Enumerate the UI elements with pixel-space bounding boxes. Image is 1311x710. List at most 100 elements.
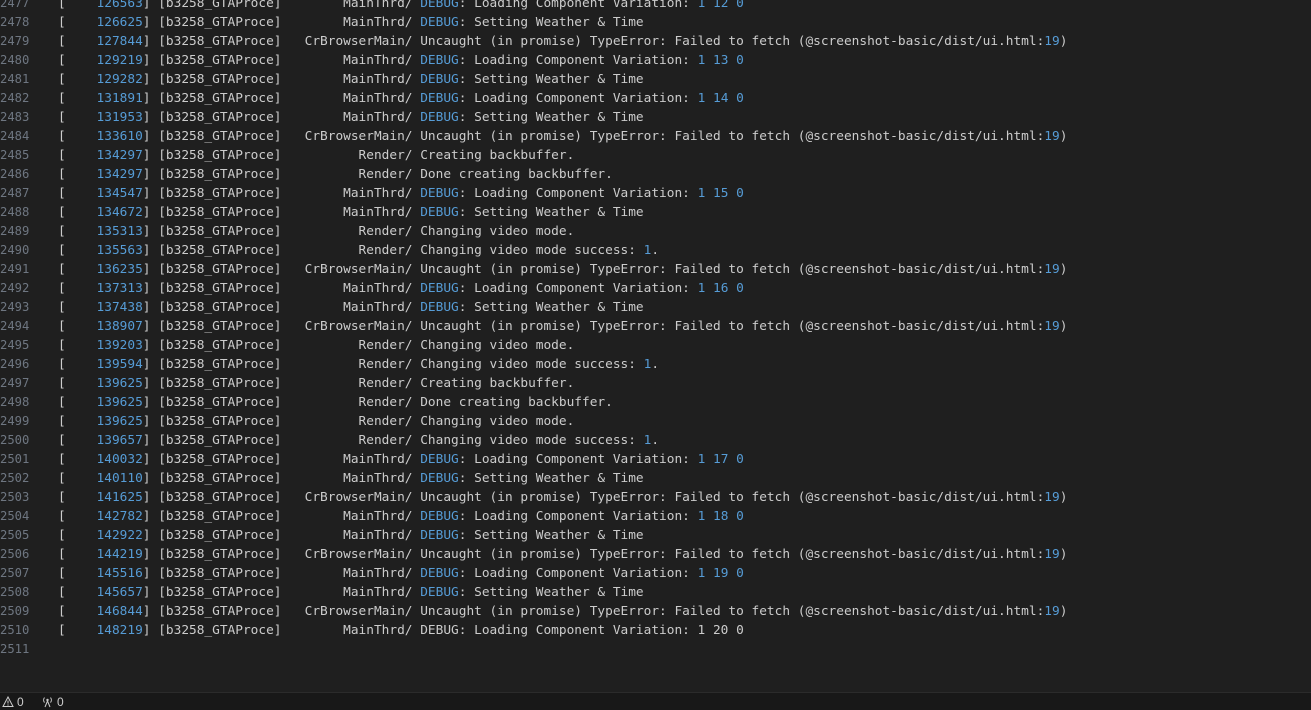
log-variation-numbers: 1 17 0 (697, 452, 744, 467)
log-process: b3258_GTAProce (165, 281, 274, 296)
log-timestamp: 126563 (96, 0, 143, 11)
log-message: : Loading Component Variation: (458, 281, 698, 296)
log-line: 2481 [ 129282] [b3258_GTAProce] MainThrd/… (0, 70, 1311, 89)
log-line: 2497 [ 139625] [b3258_GTAProce] Render/ C… (0, 374, 1311, 393)
log-timestamp: 140032 (96, 452, 143, 467)
log-process: b3258_GTAProce (165, 604, 274, 619)
editor-area[interactable]: 2477 [ 126563] [b3258_GTAProce] MainThrd/… (0, 0, 1311, 692)
log-variation-numbers: 1 12 0 (697, 0, 744, 11)
log-line: 2490 [ 135563] [b3258_GTAProce] Render/ C… (0, 241, 1311, 260)
line-number: 2509 (0, 604, 30, 618)
log-text: [ 144219] [b3258_GTAProce] CrBrowserMain… (58, 547, 1068, 562)
log-message: Uncaught (in promise) TypeError: Failed … (420, 319, 1045, 334)
log-process: b3258_GTAProce (165, 15, 274, 30)
log-process: b3258_GTAProce (165, 148, 274, 163)
log-text: [ 136235] [b3258_GTAProce] CrBrowserMain… (58, 262, 1068, 277)
log-text: [ 129282] [b3258_GTAProce] MainThrd/ DEB… (58, 72, 644, 87)
log-line: 2492 [ 137313] [b3258_GTAProce] MainThrd/… (0, 279, 1311, 298)
log-timestamp: 145516 (96, 566, 143, 581)
log-message: : Setting Weather & Time (458, 110, 644, 125)
log-thread-tag: MainThrd/ (343, 91, 413, 106)
log-variation-numbers: 1 19 0 (697, 566, 744, 581)
log-message: Changing video mode. (420, 224, 575, 239)
log-line: 2499 [ 139625] [b3258_GTAProce] Render/ C… (0, 412, 1311, 431)
log-message-tail: ) (1059, 34, 1068, 49)
log-line: 2479 [ 127844] [b3258_GTAProce] CrBrowser… (0, 32, 1311, 51)
log-line: 2484 [ 133610] [b3258_GTAProce] CrBrowser… (0, 127, 1311, 146)
log-thread-tag: MainThrd/ (343, 471, 413, 486)
log-text: [ 145516] [b3258_GTAProce] MainThrd/ DEB… (58, 566, 744, 581)
log-level: DEBUG (420, 0, 459, 11)
log-level: DEBUG (420, 53, 459, 68)
log-process: b3258_GTAProce (165, 585, 274, 600)
log-timestamp: 144219 (96, 547, 143, 562)
log-line: 2496 [ 139594] [b3258_GTAProce] Render/ C… (0, 355, 1311, 374)
log-process: b3258_GTAProce (165, 357, 274, 372)
log-variation-numbers: 1 16 0 (697, 281, 744, 296)
log-line: 2503 [ 141625] [b3258_GTAProce] CrBrowser… (0, 488, 1311, 507)
log-thread-tag: Render/ (358, 224, 413, 239)
log-message-tail: ) (1059, 547, 1068, 562)
log-line: 2508 [ 145657] [b3258_GTAProce] MainThrd/… (0, 583, 1311, 602)
log-process: b3258_GTAProce (165, 452, 274, 467)
log-message: DEBUG: Loading Component Variation: 1 20… (420, 623, 744, 638)
log-timestamp: 142782 (96, 509, 143, 524)
log-text: [ 134672] [b3258_GTAProce] MainThrd/ DEB… (58, 205, 644, 220)
log-process: b3258_GTAProce (165, 224, 274, 239)
log-level: DEBUG (420, 15, 459, 30)
log-line: 2489 [ 135313] [b3258_GTAProce] Render/ C… (0, 222, 1311, 241)
log-thread-tag: CrBrowserMain/ (304, 604, 413, 619)
log-text: [ 139625] [b3258_GTAProce] Render/ Creat… (58, 376, 575, 391)
line-number: 2499 (0, 414, 30, 428)
line-number: 2508 (0, 585, 30, 599)
log-thread-tag: Render/ (358, 395, 413, 410)
log-line: 2482 [ 131891] [b3258_GTAProce] MainThrd/… (0, 89, 1311, 108)
log-level: DEBUG (420, 452, 459, 467)
log-level: DEBUG (420, 528, 459, 543)
log-message: : Loading Component Variation: (458, 186, 698, 201)
line-number: 2480 (0, 53, 30, 67)
log-process: b3258_GTAProce (165, 300, 274, 315)
log-timestamp: 136235 (96, 262, 143, 277)
log-process: b3258_GTAProce (165, 547, 274, 562)
log-timestamp: 139203 (96, 338, 143, 353)
log-thread-tag: CrBrowserMain/ (304, 129, 413, 144)
log-timestamp: 139625 (96, 376, 143, 391)
log-line: 2510 [ 148219] [b3258_GTAProce] MainThrd/… (0, 621, 1311, 640)
log-line: 2501 [ 140032] [b3258_GTAProce] MainThrd/… (0, 450, 1311, 469)
log-timestamp: 129219 (96, 53, 143, 68)
log-message: Changing video mode success: (420, 433, 644, 448)
ports-status[interactable]: 0 (41, 694, 64, 710)
log-timestamp: 137438 (96, 300, 143, 315)
log-line: 2500 [ 139657] [b3258_GTAProce] Render/ C… (0, 431, 1311, 450)
log-text: [ 134547] [b3258_GTAProce] MainThrd/ DEB… (58, 186, 744, 201)
log-number: 19 (1044, 490, 1060, 505)
line-number: 2511 (0, 642, 30, 656)
log-timestamp: 131953 (96, 110, 143, 125)
log-thread-tag: CrBrowserMain/ (304, 262, 413, 277)
log-timestamp: 145657 (96, 585, 143, 600)
log-timestamp: 135313 (96, 224, 143, 239)
log-text: [ 133610] [b3258_GTAProce] CrBrowserMain… (58, 129, 1068, 144)
log-process: b3258_GTAProce (165, 471, 274, 486)
log-text: [ 137438] [b3258_GTAProce] MainThrd/ DEB… (58, 300, 644, 315)
problems-status[interactable]: 0 (2, 694, 24, 710)
log-timestamp: 134547 (96, 186, 143, 201)
log-text: [ 134297] [b3258_GTAProce] Render/ Done … (58, 167, 613, 182)
line-number: 2496 (0, 357, 30, 371)
log-thread-tag: CrBrowserMain/ (304, 490, 413, 505)
log-line: 2477 [ 126563] [b3258_GTAProce] MainThrd/… (0, 0, 1311, 13)
problems-count: 0 (17, 695, 24, 709)
log-timestamp: 133610 (96, 129, 143, 144)
log-timestamp: 139625 (96, 395, 143, 410)
log-timestamp: 134297 (96, 148, 143, 163)
log-process: b3258_GTAProce (165, 110, 274, 125)
log-line: 2485 [ 134297] [b3258_GTAProce] Render/ C… (0, 146, 1311, 165)
line-number: 2477 (0, 0, 30, 10)
line-number: 2487 (0, 186, 30, 200)
log-line: 2483 [ 131953] [b3258_GTAProce] MainThrd/… (0, 108, 1311, 127)
log-level: DEBUG (420, 110, 459, 125)
log-level: DEBUG (420, 72, 459, 87)
log-process: b3258_GTAProce (165, 262, 274, 277)
log-process: b3258_GTAProce (165, 490, 274, 505)
